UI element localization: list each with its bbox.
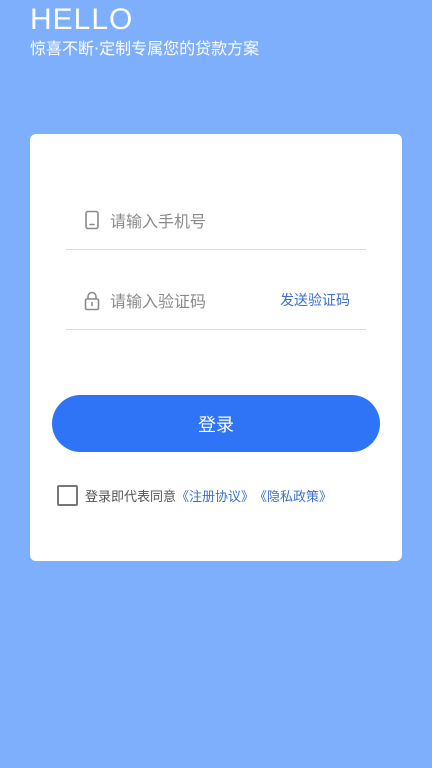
agreement-checkbox[interactable]: [57, 484, 78, 506]
login-button[interactable]: 登录: [52, 395, 380, 452]
phone-input[interactable]: [110, 209, 280, 233]
login-card: 发送验证码 登录 登录即代表同意 《注册协议》 《隐私政策》: [30, 134, 402, 561]
hero-subtitle: 惊喜不断·定制专属您的贷款方案: [30, 39, 260, 58]
send-code-button[interactable]: 发送验证码: [280, 292, 350, 310]
privacy-policy-link[interactable]: 《隐私政策》: [254, 486, 332, 505]
agreement-row: 登录即代表同意 《注册协议》 《隐私政策》: [57, 484, 332, 506]
phone-icon: [85, 210, 99, 230]
lock-icon: [84, 291, 100, 311]
code-input[interactable]: [110, 289, 280, 313]
hero-title: HELLO: [30, 3, 134, 36]
agreement-prefix: 登录即代表同意: [85, 489, 177, 505]
register-agreement-link[interactable]: 《注册协议》: [176, 486, 254, 505]
phone-field: [66, 169, 366, 250]
code-field: 发送验证码: [66, 249, 366, 330]
